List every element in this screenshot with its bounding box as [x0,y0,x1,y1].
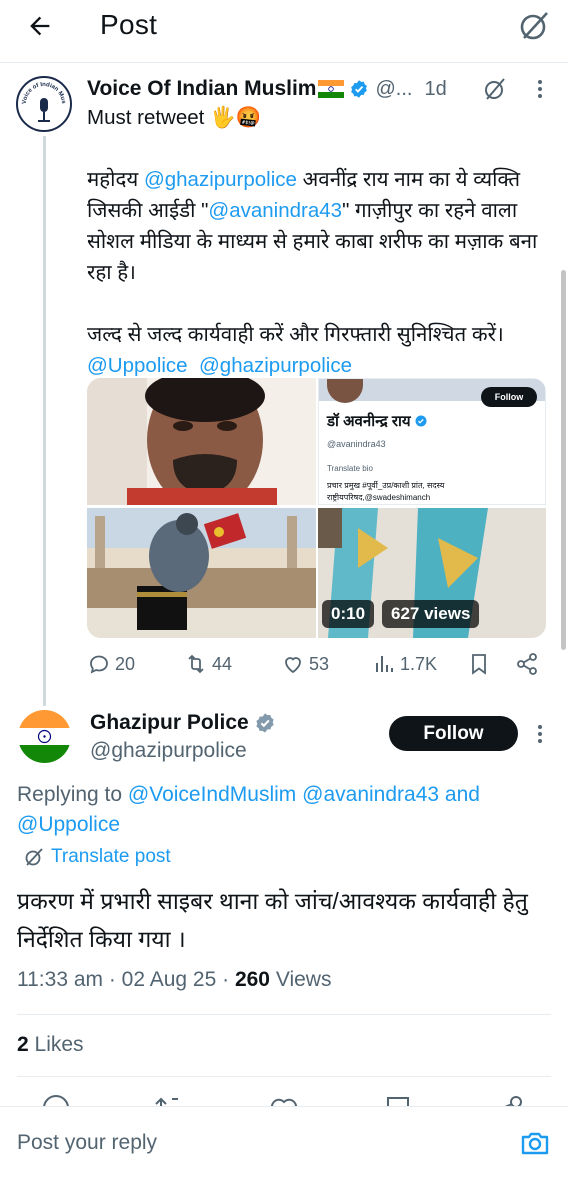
mention-link[interactable]: @ghazipurpolice [144,168,297,191]
mention-link[interactable]: @avanindra43 [302,783,439,806]
reply-input[interactable]: Post your reply [17,1131,157,1155]
person-photo-icon [87,378,316,505]
more-vertical-icon [538,725,542,743]
post-text-paragraph: महोदय @ghazipurpolice अवनींद्र राय नाम क… [87,168,544,284]
india-flag-icon [318,80,345,98]
post-time[interactable]: 1d [424,78,446,101]
follow-button[interactable]: Follow [389,716,518,751]
heart-icon [285,657,301,674]
post-actions: 20 44 53 1.7K [87,652,547,682]
author-name[interactable]: Ghazipur Police [90,711,276,735]
post-mentions: @Uppolice @ghazipurpolice [87,350,549,381]
analytics-icon [376,656,393,672]
card-handle: @avanindra43 [327,439,386,449]
verified-badge-icon [415,415,427,427]
post-text-line: जल्द से जल्द कार्यवाही करें और गिरफ्तारी… [87,323,504,346]
avatar[interactable] [18,710,71,763]
government-badge-icon [254,712,276,734]
card-name: डॉ अवनीन्द्र राय [327,411,427,431]
share-button[interactable] [515,652,543,676]
share-icon [517,653,537,675]
india-flag-avatar-icon [18,710,71,763]
grok-icon [485,78,505,100]
more-vertical-icon [538,80,542,98]
card-bio: प्रचार प्रमुख #पूर्वी_उप्र/काशी प्रांत, … [327,481,445,490]
author-name[interactable]: Voice Of Indian Muslim [87,77,316,101]
card-bio: राष्ट्रीयपरिषद,@swadeshimanch [327,493,431,502]
verified-badge-icon [349,79,369,99]
replying-to: Replying to @VoiceIndMuslim @avanindra43… [17,783,480,836]
media-screenshot-profile[interactable]: Follow डॉ अवनीन्द्र राय @avanindra43 Tra… [318,378,546,505]
back-button[interactable] [22,8,58,44]
mention-link[interactable]: @avanindra43 [208,199,342,222]
page-title: Post [100,9,158,40]
reply-count: 20 [115,653,136,674]
bookmark-button[interactable] [467,652,495,676]
views-count: 260 [234,968,270,991]
video-views: 627 views [382,600,480,628]
reply-icon [90,655,108,674]
translate-post-button[interactable]: Translate post [23,846,171,868]
microphone-logo-icon: Voice of Indian Muslim [18,78,69,129]
meta-divider [17,1014,551,1015]
post-meta: 11:33 am · 02 Aug 25 · 260 Views [17,968,332,991]
view-count: 1.7K [400,653,438,674]
grok-button[interactable] [516,8,552,44]
media-grid: Follow डॉ अवनीन्द्र राय @avanindra43 Tra… [87,378,546,638]
arrow-left-icon [30,16,50,36]
camera-icon [521,1132,549,1155]
camera-button[interactable] [519,1127,551,1159]
media-photo-2[interactable] [87,508,316,638]
reply-composer: Post your reply [0,1106,568,1199]
media-video[interactable]: 0:10 627 views [318,508,546,638]
header-divider [0,62,568,63]
post-text-line: Must retweet 🖐️🤬 [87,106,262,129]
views-button[interactable]: 1.7K [372,652,437,676]
mention-link[interactable]: @Uppolice [87,354,188,377]
media-photo-1[interactable] [87,378,316,505]
repost-count: 44 [212,653,233,674]
mention-link[interactable]: @ghazipurpolice [199,354,352,377]
likes-count-link[interactable]: 2 Likes [17,1033,84,1057]
reply-button[interactable]: 20 [87,652,135,676]
repost-button[interactable]: 44 [184,652,232,676]
like-count: 53 [309,653,330,674]
post-body: Must retweet 🖐️🤬 महोदय @ghazipurpolice अ… [87,102,549,381]
like-button[interactable]: 53 [281,652,329,676]
grok-icon [25,848,43,866]
top-bar: Post [0,0,568,56]
scrollbar[interactable] [561,270,566,650]
card-translate: Translate bio [327,464,373,473]
post-date[interactable]: 02 Aug 25 [122,968,217,991]
grok-post-button[interactable] [482,76,508,102]
post-body: प्रकरण में प्रभारी साइबर थाना को जांच/आव… [17,888,528,952]
mention-link[interactable]: @VoiceIndMuslim [128,783,296,806]
more-options-button[interactable] [530,724,550,744]
illustration-image-icon [87,508,316,638]
card-follow-label: Follow [481,387,537,407]
repost-icon [188,654,204,674]
mention-link[interactable]: @Uppolice [17,813,120,836]
post-time[interactable]: 11:33 am [17,968,103,991]
more-options-button[interactable] [530,79,550,99]
bookmark-icon [472,654,486,675]
thread-connector [43,136,46,706]
grok-icon [520,12,548,40]
author-handle[interactable]: @ghazipurpolice [90,739,247,763]
avatar[interactable]: Voice of Indian Muslim [16,76,72,132]
likes-divider [17,1076,551,1077]
author-handle[interactable]: @... [375,78,412,101]
video-duration: 0:10 [322,600,375,628]
